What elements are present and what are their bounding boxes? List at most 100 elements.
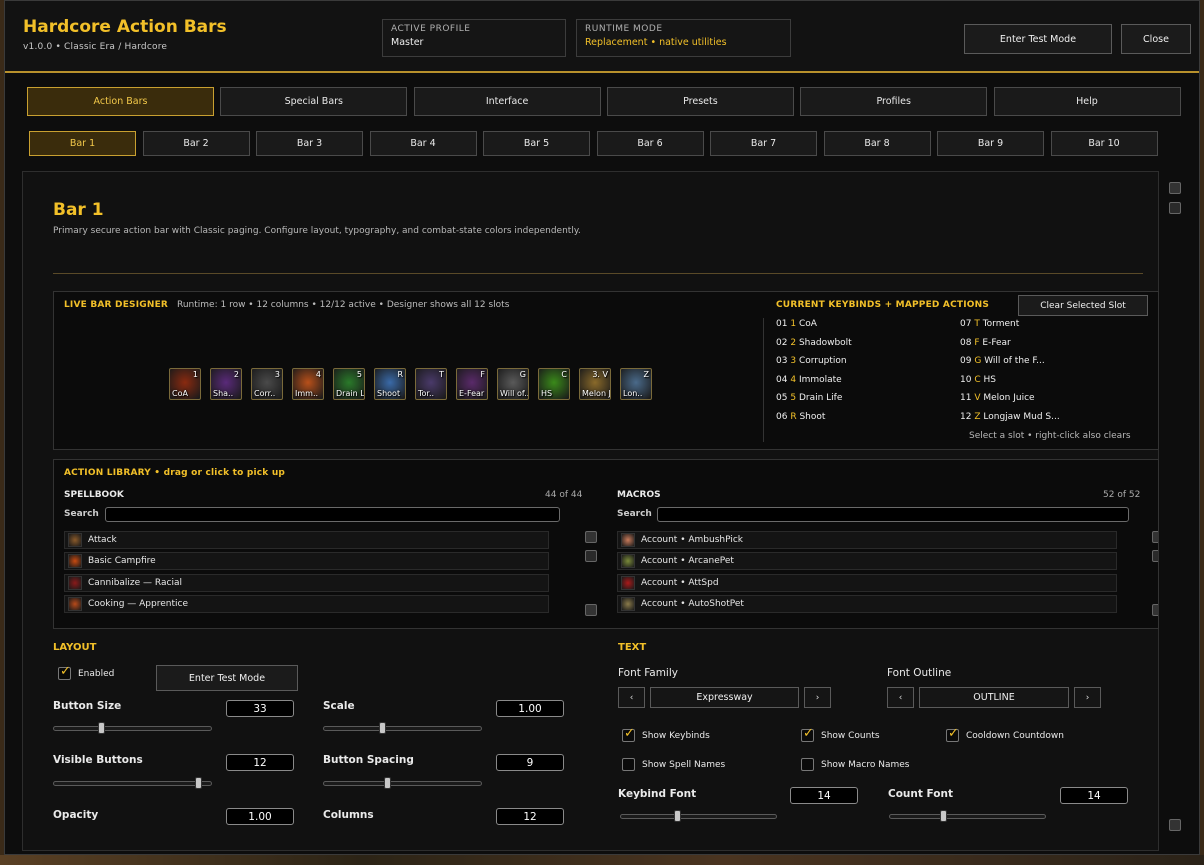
font-family-value[interactable]: Expressway <box>650 687 799 708</box>
tab-presets[interactable]: Presets <box>606 87 794 116</box>
count-font-slider-thumb[interactable] <box>940 810 947 822</box>
keybind-entry[interactable]: 12 Z Longjaw Mud S... <box>960 412 1060 422</box>
library-list-item[interactable]: Cooking — Apprentice <box>64 594 549 613</box>
runtime-mode-box: RUNTIME MODE Replacement • native utilit… <box>576 19 791 57</box>
keybind-entry[interactable]: 06 R Shoot <box>776 412 825 422</box>
keybind-entry[interactable]: 01 1 CoA <box>776 319 817 329</box>
action-slot[interactable]: F E-Fear <box>456 368 488 400</box>
show-keybinds-checkbox[interactable]: ✓ <box>622 726 635 742</box>
library-list-item[interactable]: Attack <box>64 531 549 549</box>
font-family-prev-button[interactable]: ‹ <box>618 687 645 708</box>
bar-tab-5[interactable]: Bar 5 <box>483 131 590 156</box>
show-spell-names-checkbox[interactable] <box>622 758 635 771</box>
library-list-item[interactable]: Account • AttSpd <box>617 573 1117 592</box>
bar-tab-8[interactable]: Bar 8 <box>823 131 931 156</box>
library-list-item[interactable]: Cannibalize — Racial <box>64 573 549 592</box>
bar-tab-4[interactable]: Bar 4 <box>369 131 477 156</box>
spellbook-scroll-thumb[interactable] <box>585 550 597 562</box>
tab-special-bars[interactable]: Special Bars <box>220 87 408 116</box>
button-spacing-slider-thumb[interactable] <box>384 777 391 789</box>
keybind-entry[interactable]: 07 T Torment <box>960 319 1019 329</box>
action-slot[interactable]: 3 Corr.. <box>251 368 283 400</box>
enter-test-mode-button[interactable]: Enter Test Mode <box>964 24 1112 54</box>
bar-tab-9[interactable]: Bar 9 <box>937 131 1044 156</box>
keybind-action: Longjaw Mud S... <box>983 411 1060 422</box>
button-size-slider[interactable] <box>53 722 212 734</box>
clear-selected-slot-button[interactable]: Clear Selected Slot <box>1018 295 1148 316</box>
layout-test-mode-button[interactable]: Enter Test Mode <box>156 665 298 691</box>
font-outline-prev-button[interactable]: ‹ <box>887 687 914 708</box>
keybind-entry[interactable]: 03 3 Corruption <box>776 356 847 366</box>
macros-scroll-up[interactable] <box>1152 531 1158 543</box>
action-slot[interactable]: R Shoot <box>374 368 406 400</box>
tab-profiles[interactable]: Profiles <box>800 87 988 116</box>
keybind-entry[interactable]: 04 4 Immolate <box>776 375 842 385</box>
action-slot[interactable]: 5 Drain Life <box>333 368 365 400</box>
font-outline-next-button[interactable]: › <box>1074 687 1101 708</box>
keybind-font-slider[interactable] <box>620 810 777 822</box>
count-font-input[interactable]: 14 <box>1060 787 1128 804</box>
spellbook-scroll-down[interactable] <box>585 604 597 616</box>
scroll-down-button[interactable] <box>1169 819 1181 831</box>
macros-scroll-down[interactable] <box>1152 604 1158 616</box>
scale-slider-thumb[interactable] <box>379 722 386 734</box>
library-list-item[interactable]: Account • AmbushPick <box>617 531 1117 549</box>
bar-tab-6[interactable]: Bar 6 <box>596 131 704 156</box>
bar-tab-10[interactable]: Bar 10 <box>1050 131 1158 156</box>
spellbook-scroll-up[interactable] <box>585 531 597 543</box>
font-family-next-button[interactable]: › <box>804 687 831 708</box>
action-slot[interactable]: 2 Sha.. <box>210 368 242 400</box>
show-macro-names-checkbox[interactable] <box>801 758 814 771</box>
library-list-item[interactable]: Account • AutoShotPet <box>617 594 1117 613</box>
count-font-slider[interactable] <box>889 810 1046 822</box>
action-slot[interactable]: Z Lon.. <box>620 368 652 400</box>
button-spacing-slider[interactable] <box>323 777 482 789</box>
tab-interface[interactable]: Interface <box>413 87 601 116</box>
bar-tab-3[interactable]: Bar 3 <box>256 131 363 156</box>
visible-buttons-slider[interactable] <box>53 777 212 789</box>
keybind-entry[interactable]: 11 V Melon Juice <box>960 393 1035 403</box>
columns-input[interactable]: 12 <box>496 808 564 825</box>
action-slot[interactable]: 1 CoA <box>169 368 201 400</box>
scale-slider[interactable] <box>323 722 482 734</box>
bar-tab-7[interactable]: Bar 7 <box>710 131 817 156</box>
tab-action-bars[interactable]: Action Bars <box>27 87 214 116</box>
button-size-slider-thumb[interactable] <box>98 722 105 734</box>
checkmark-icon: ✓ <box>624 726 635 741</box>
keybind-font-slider-thumb[interactable] <box>674 810 681 822</box>
scale-label: Scale <box>323 700 355 712</box>
action-slot[interactable]: C HS <box>538 368 570 400</box>
scale-input[interactable]: 1.00 <box>496 700 564 717</box>
font-outline-value[interactable]: OUTLINE <box>919 687 1069 708</box>
macros-search-input[interactable] <box>657 507 1129 522</box>
visible-buttons-input[interactable]: 12 <box>226 754 294 771</box>
keybind-entry[interactable]: 09 G Will of the F... <box>960 356 1045 366</box>
library-item-name: Account • ArcanePet <box>641 556 734 567</box>
action-slot[interactable]: G Will of.. <box>497 368 529 400</box>
action-slot[interactable]: 3. V Melon J.. <box>579 368 611 400</box>
scroll-up-button[interactable] <box>1169 182 1181 194</box>
scroll-thumb[interactable] <box>1169 202 1181 214</box>
button-spacing-input[interactable]: 9 <box>496 754 564 771</box>
cooldown-countdown-checkbox[interactable]: ✓ <box>946 726 959 742</box>
tab-help[interactable]: Help <box>993 87 1181 116</box>
visible-buttons-slider-thumb[interactable] <box>195 777 202 789</box>
library-list-item[interactable]: Account • ArcanePet <box>617 552 1117 571</box>
library-list-item[interactable]: Basic Campfire <box>64 552 549 571</box>
keybind-entry[interactable]: 08 F E-Fear <box>960 338 1011 348</box>
opacity-input[interactable]: 1.00 <box>226 808 294 825</box>
keybind-entry[interactable]: 05 5 Drain Life <box>776 393 842 403</box>
keybind-entry[interactable]: 02 2 Shadowbolt <box>776 338 852 348</box>
action-slot[interactable]: T Tor.. <box>415 368 447 400</box>
macros-scroll-thumb[interactable] <box>1152 550 1158 562</box>
bar-tab-1[interactable]: Bar 1 <box>29 131 136 156</box>
keybind-font-input[interactable]: 14 <box>790 787 858 804</box>
enabled-checkbox[interactable]: ✓ <box>58 664 71 680</box>
keybind-entry[interactable]: 10 C HS <box>960 375 996 385</box>
spellbook-search-input[interactable] <box>105 507 560 522</box>
action-slot[interactable]: 4 Imm.. <box>292 368 324 400</box>
button-size-input[interactable]: 33 <box>226 700 294 717</box>
close-button[interactable]: Close <box>1121 24 1191 54</box>
bar-tab-2[interactable]: Bar 2 <box>142 131 250 156</box>
show-counts-checkbox[interactable]: ✓ <box>801 726 814 742</box>
